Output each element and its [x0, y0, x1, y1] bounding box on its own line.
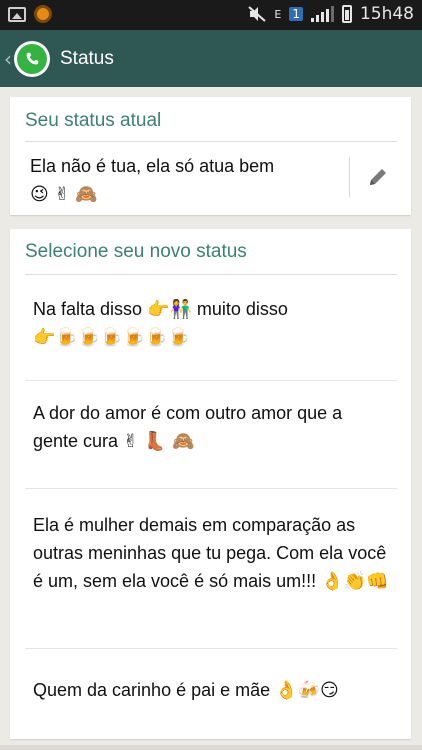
- status-option-text: Quem da carinho é pai e mãe: [33, 680, 271, 700]
- status-option-3[interactable]: Ela é mulher demais em comparação as out…: [25, 511, 397, 649]
- status-option-1[interactable]: Na falta disso 👉👫 muito disso 👉🍺🍺🍺🍺🍺🍺: [25, 295, 397, 381]
- status-option-4[interactable]: Quem da carinho é pai e mãe 👌🍻😏: [25, 676, 397, 716]
- mute-icon: [248, 6, 267, 22]
- bottom-edge: [0, 745, 422, 750]
- sim-indicator: 1: [289, 7, 303, 21]
- status-option-emojis: 👌🍻😏: [275, 680, 339, 701]
- status-option-2[interactable]: A dor do amor é com outro amor que a gen…: [25, 399, 397, 489]
- whatsapp-logo-icon[interactable]: [14, 40, 50, 77]
- status-option-text: Na falta disso 👉👫 muito disso: [33, 299, 288, 319]
- new-status-card: Selecione seu novo status Na falta disso…: [10, 229, 411, 739]
- new-status-header: Selecione seu novo status: [25, 241, 397, 275]
- status-option-emojis: ✌ 👢 🙈: [123, 431, 195, 452]
- status-option-emojis: 👉🍺🍺🍺🍺🍺🍺: [33, 327, 190, 348]
- clock: 15h48: [359, 4, 414, 24]
- current-status-text: Ela não é tua, ela só atua bem: [30, 156, 275, 176]
- current-status-card: Seu status atual Ela não é tua, ela só a…: [10, 97, 411, 215]
- edit-status-button[interactable]: [358, 161, 398, 193]
- status-option-emojis: 👌👏👊: [321, 571, 389, 592]
- current-status-header: Seu status atual: [25, 110, 397, 142]
- vertical-divider: [349, 157, 350, 197]
- current-status-emojis: 😉 ✌ 🙈: [30, 184, 98, 205]
- battery-icon: [341, 5, 352, 23]
- image-notification-icon: [8, 6, 26, 22]
- current-status-text-block[interactable]: Ela não é tua, ela só atua bem 😉 ✌ 🙈: [30, 152, 338, 209]
- action-bar: ‹ Status: [0, 30, 422, 87]
- app-notification-icon: [34, 5, 52, 23]
- chevron-left-icon[interactable]: ‹: [4, 47, 12, 71]
- system-status-bar: E 1 15h48: [0, 0, 422, 30]
- network-type: E: [274, 7, 282, 21]
- signal-icon: [310, 6, 334, 22]
- page-title: Status: [60, 47, 114, 69]
- pencil-icon: [370, 169, 386, 185]
- phone-icon: [26, 52, 39, 64]
